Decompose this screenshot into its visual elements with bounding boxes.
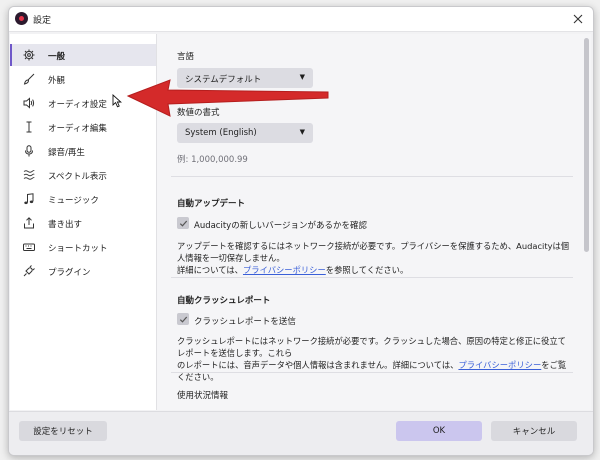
description-line: クラッシュレポートにはネットワーク接続が必要です。クラッシュした場合、原因の特定… <box>177 336 566 358</box>
crash-report-checkbox-label: クラッシュレポートを送信 <box>194 317 296 327</box>
language-value: システムデフォルト <box>185 75 262 85</box>
auto-update-checkbox[interactable] <box>177 217 189 229</box>
music-note-icon <box>24 193 34 205</box>
checkmark-icon <box>179 316 187 323</box>
reset-settings-button[interactable]: 設定をリセット <box>19 421 107 441</box>
sidebar-item-shortcuts[interactable]: ショートカット <box>10 236 156 258</box>
footer: 設定をリセット OK キャンセル <box>9 411 593 455</box>
crash-report-checkbox[interactable] <box>177 313 189 325</box>
microphone-icon <box>25 145 33 157</box>
sidebar-item-label: 外観 <box>48 76 66 86</box>
dropdown-arrow-icon: ▼ <box>299 73 305 81</box>
sidebar-item-export[interactable]: 書き出す <box>10 212 156 234</box>
title-bar: 設定 <box>9 7 593 32</box>
number-format-value: System (English) <box>185 128 257 138</box>
brush-icon <box>23 73 35 85</box>
auto-update-description: アップデートを確認するにはネットワーク接続が必要です。プライバシーを保護するため… <box>177 240 573 276</box>
auto-update-heading: 自動アップデート <box>177 199 246 209</box>
auto-update-checkbox-label: Audacityの新しいバージョンがあるかを確認 <box>194 221 368 231</box>
close-button[interactable] <box>569 10 587 28</box>
number-format-example: 例: 1,000,000.99 <box>177 155 248 165</box>
divider <box>171 372 573 373</box>
description-text: のレポートには、音声データや個人情報は含まれません。詳細については、 <box>177 360 459 370</box>
description-line: のレポートには、音声データや個人情報は含まれません。詳細については、プライバシー… <box>177 359 573 383</box>
crash-report-description: クラッシュレポートにはネットワーク接続が必要です。クラッシュした場合、原因の特定… <box>177 335 573 383</box>
sidebar-item-recording-playback[interactable]: 録音/再生 <box>10 140 156 162</box>
sidebar-item-music[interactable]: ミュージック <box>10 188 156 210</box>
dropdown-arrow-icon: ▼ <box>299 128 305 136</box>
description-line: 詳細については、プライバシーポリシーを参照してください。 <box>177 264 573 276</box>
divider <box>171 277 573 278</box>
sidebar-item-plugins[interactable]: プラグイン <box>10 260 156 282</box>
sidebar-item-label: プラグイン <box>48 268 91 278</box>
sidebar-item-label: ショートカット <box>48 244 108 254</box>
number-format-label: 数値の書式 <box>177 108 220 118</box>
close-icon <box>573 14 583 24</box>
description-line: アップデートを確認するにはネットワーク接続が必要です。プライバシーを保護するため… <box>177 241 570 263</box>
sidebar-item-label: オーディオ設定 <box>48 100 107 110</box>
mouse-cursor-icon <box>112 94 122 108</box>
text-cursor-icon <box>26 121 32 133</box>
scrollbar[interactable] <box>584 38 589 252</box>
privacy-policy-link[interactable]: プライバシーポリシー <box>243 265 326 275</box>
keyboard-icon <box>23 243 35 251</box>
plug-icon <box>23 265 35 277</box>
sidebar-item-appearance[interactable]: 外観 <box>10 68 156 90</box>
audacity-logo-icon <box>15 12 28 25</box>
gear-icon <box>23 49 35 61</box>
sidebar-item-label: 書き出す <box>48 220 83 230</box>
sidebar-item-label: 録音/再生 <box>48 148 85 158</box>
sidebar-item-spectral-display[interactable]: スペクトル表示 <box>10 164 156 186</box>
sidebar-item-label: ミュージック <box>48 196 99 206</box>
description-text: を参照してください。 <box>325 265 409 275</box>
usage-info-heading: 使用状況情報 <box>177 391 229 401</box>
window-title: 設定 <box>33 16 52 26</box>
general-settings-panel: 言語 システムデフォルト ▼ 数値の書式 System (English) ▼ … <box>157 34 591 410</box>
export-icon <box>24 217 34 229</box>
privacy-policy-link[interactable]: プライバシーポリシー <box>458 360 541 370</box>
crash-report-heading: 自動クラッシュレポート <box>177 296 271 306</box>
sidebar-item-general[interactable]: 一般 <box>10 44 156 66</box>
cancel-button[interactable]: キャンセル <box>491 421 577 441</box>
sidebar-item-audio-settings[interactable]: オーディオ設定 <box>10 92 156 114</box>
sidebar-item-label: 一般 <box>48 52 66 62</box>
description-text: 詳細については、 <box>177 265 243 275</box>
language-label: 言語 <box>177 52 195 62</box>
language-dropdown[interactable]: システムデフォルト ▼ <box>177 68 313 88</box>
sidebar-item-audio-editing[interactable]: オーディオ編集 <box>10 116 156 138</box>
ok-button[interactable]: OK <box>396 421 482 441</box>
checkmark-icon <box>179 220 187 227</box>
settings-window: 設定 一般 外観 オーディオ設定 オーディオ編集 録音/再生 スペクトル表示 ミ… <box>8 6 594 456</box>
divider <box>171 176 573 177</box>
spectrum-icon <box>23 170 35 180</box>
sidebar: 一般 外観 オーディオ設定 オーディオ編集 録音/再生 スペクトル表示 ミュージ… <box>10 34 157 410</box>
speaker-icon <box>23 97 35 109</box>
number-format-dropdown[interactable]: System (English) ▼ <box>177 123 313 143</box>
sidebar-item-label: スペクトル表示 <box>48 172 107 182</box>
sidebar-item-label: オーディオ編集 <box>48 124 107 134</box>
